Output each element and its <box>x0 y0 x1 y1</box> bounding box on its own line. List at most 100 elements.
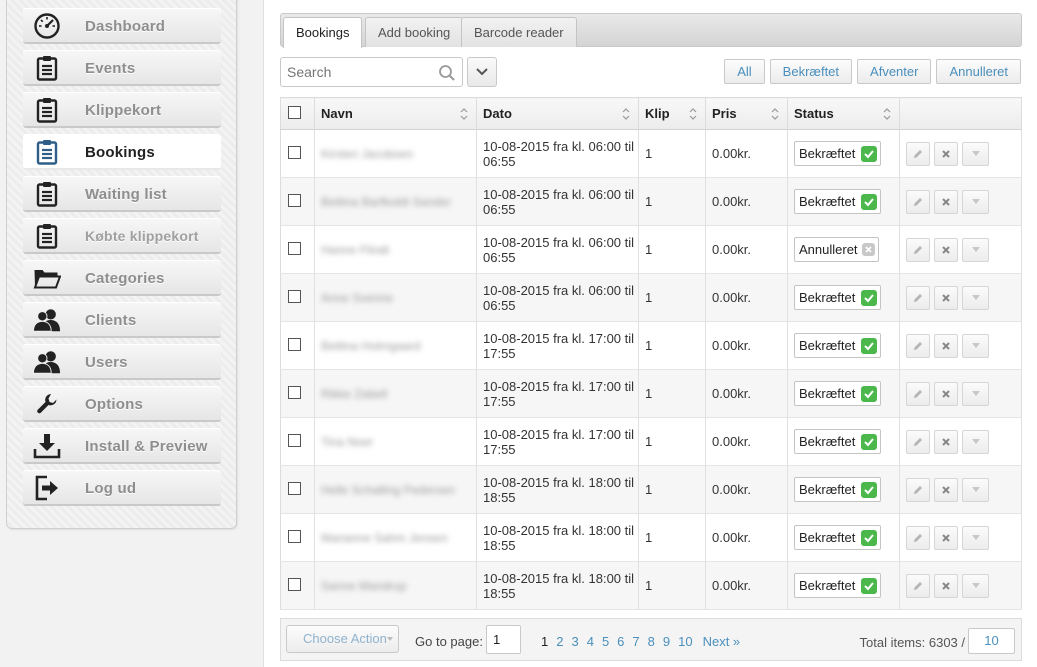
status-badge[interactable]: Bekræftet <box>794 141 882 166</box>
choose-action-dropdown[interactable]: Choose Action <box>286 625 399 653</box>
sidebar-item-options[interactable]: Options <box>23 386 221 422</box>
filter-all-button[interactable]: All <box>724 59 765 84</box>
status-badge[interactable]: Bekræftet <box>794 285 882 310</box>
status-badge[interactable]: Bekræftet <box>794 333 882 358</box>
header-klip[interactable]: Klip <box>638 97 706 130</box>
date-cell: 10-08-2015 fra kl. 17:00 til 17:55 <box>476 417 639 466</box>
items-per-page-select[interactable]: 10 <box>968 628 1015 654</box>
edit-button[interactable] <box>906 285 930 310</box>
name-cell: Marianne Sahm Jensen <box>314 513 477 562</box>
status-badge[interactable]: Annulleret <box>794 237 879 262</box>
sort-icon <box>883 108 891 120</box>
page-link-3[interactable]: 3 <box>571 634 578 649</box>
tab-add-booking[interactable]: Add booking <box>365 17 464 47</box>
sidebar-item-events[interactable]: Events <box>23 50 221 86</box>
more-actions-button[interactable] <box>962 477 989 502</box>
sidebar-item-install-preview[interactable]: Install & Preview <box>23 428 221 464</box>
filter-confirmed-button[interactable]: Bekræftet <box>769 59 853 84</box>
page-link-9[interactable]: 9 <box>663 634 670 649</box>
row-checkbox[interactable] <box>288 577 301 591</box>
page-link-1[interactable]: 1 <box>541 634 548 649</box>
edit-button[interactable] <box>906 333 930 358</box>
page-link-10[interactable]: 10 <box>678 634 692 649</box>
page-link-8[interactable]: 8 <box>648 634 655 649</box>
page-link-6[interactable]: 6 <box>617 634 624 649</box>
search-icon[interactable] <box>438 64 456 82</box>
more-actions-button[interactable] <box>962 429 989 454</box>
delete-button[interactable] <box>934 573 958 598</box>
edit-button[interactable] <box>906 141 930 166</box>
status-cell: Annulleret <box>787 225 900 274</box>
select-all-checkbox[interactable] <box>288 105 301 119</box>
filter-cancelled-button[interactable]: Annulleret <box>936 59 1021 84</box>
sidebar-item-klippekort[interactable]: Klippekort <box>23 92 221 128</box>
delete-button[interactable] <box>934 381 958 406</box>
row-checkbox[interactable] <box>288 145 301 159</box>
delete-button[interactable] <box>934 333 958 358</box>
edit-button[interactable] <box>906 525 930 550</box>
status-badge[interactable]: Bekræftet <box>794 477 882 502</box>
delete-button[interactable] <box>934 477 958 502</box>
sidebar-item-users[interactable]: Users <box>23 344 221 380</box>
search-options-button[interactable] <box>467 57 497 87</box>
more-actions-button[interactable] <box>962 333 989 358</box>
row-checkbox[interactable] <box>288 529 301 543</box>
row-checkbox[interactable] <box>288 241 301 255</box>
sidebar-item-waiting-list[interactable]: Waiting list <box>23 176 221 212</box>
page-link-7[interactable]: 7 <box>632 634 639 649</box>
edit-button[interactable] <box>906 189 930 214</box>
status-badge[interactable]: Bekræftet <box>794 381 882 406</box>
next-page-link[interactable]: Next » <box>703 634 741 649</box>
edit-button[interactable] <box>906 381 930 406</box>
row-checkbox[interactable] <box>288 193 301 207</box>
tab-bookings[interactable]: Bookings <box>283 17 363 48</box>
header-price[interactable]: Pris <box>705 97 788 130</box>
filter-pending-button[interactable]: Afventer <box>857 59 932 84</box>
delete-button[interactable] <box>934 237 958 262</box>
delete-icon <box>942 485 950 494</box>
main-content: Bookings Add booking Barcode reader All … <box>263 0 1037 667</box>
header-status[interactable]: Status <box>787 97 900 130</box>
row-checkbox[interactable] <box>288 481 301 495</box>
status-badge[interactable]: Bekræftet <box>794 525 882 550</box>
page-link-2[interactable]: 2 <box>556 634 563 649</box>
edit-button[interactable] <box>906 477 930 502</box>
delete-button[interactable] <box>934 141 958 166</box>
more-actions-button[interactable] <box>962 141 989 166</box>
page-link-5[interactable]: 5 <box>602 634 609 649</box>
more-actions-button[interactable] <box>962 525 989 550</box>
header-date[interactable]: Dato <box>476 97 639 130</box>
delete-button[interactable] <box>934 525 958 550</box>
status-badge[interactable]: Bekræftet <box>794 573 882 598</box>
edit-button[interactable] <box>906 429 930 454</box>
status-badge[interactable]: Bekræftet <box>794 429 882 454</box>
check-badge-icon <box>861 481 878 498</box>
search-input[interactable] <box>281 58 431 86</box>
more-actions-button[interactable] <box>962 573 989 598</box>
page-link-4[interactable]: 4 <box>587 634 594 649</box>
sidebar-item-categories[interactable]: Categories <box>23 260 221 296</box>
more-actions-button[interactable] <box>962 237 989 262</box>
delete-button[interactable] <box>934 429 958 454</box>
delete-button[interactable] <box>934 189 958 214</box>
sidebar-item-clients[interactable]: Clients <box>23 302 221 338</box>
row-checkbox[interactable] <box>288 385 301 399</box>
row-checkbox[interactable] <box>288 433 301 447</box>
more-actions-button[interactable] <box>962 285 989 310</box>
more-actions-button[interactable] <box>962 189 989 214</box>
sidebar-item-log-ud[interactable]: Log ud <box>23 470 221 506</box>
edit-button[interactable] <box>906 237 930 262</box>
goto-page-input[interactable]: 1 <box>486 625 521 654</box>
client-name: Kirsten Jacobsen <box>321 147 414 161</box>
sidebar-item-bookings[interactable]: Bookings <box>23 134 221 170</box>
more-actions-button[interactable] <box>962 381 989 406</box>
header-name[interactable]: Navn <box>314 97 477 130</box>
sidebar-item-dashboard[interactable]: Dashboard <box>23 8 221 44</box>
tab-barcode-reader[interactable]: Barcode reader <box>461 17 577 47</box>
sidebar-item-købte-klippekort[interactable]: Købte klippekort <box>23 218 221 254</box>
row-checkbox[interactable] <box>288 337 301 351</box>
status-badge[interactable]: Bekræftet <box>794 189 882 214</box>
delete-button[interactable] <box>934 285 958 310</box>
edit-button[interactable] <box>906 573 930 598</box>
row-checkbox[interactable] <box>288 289 301 303</box>
